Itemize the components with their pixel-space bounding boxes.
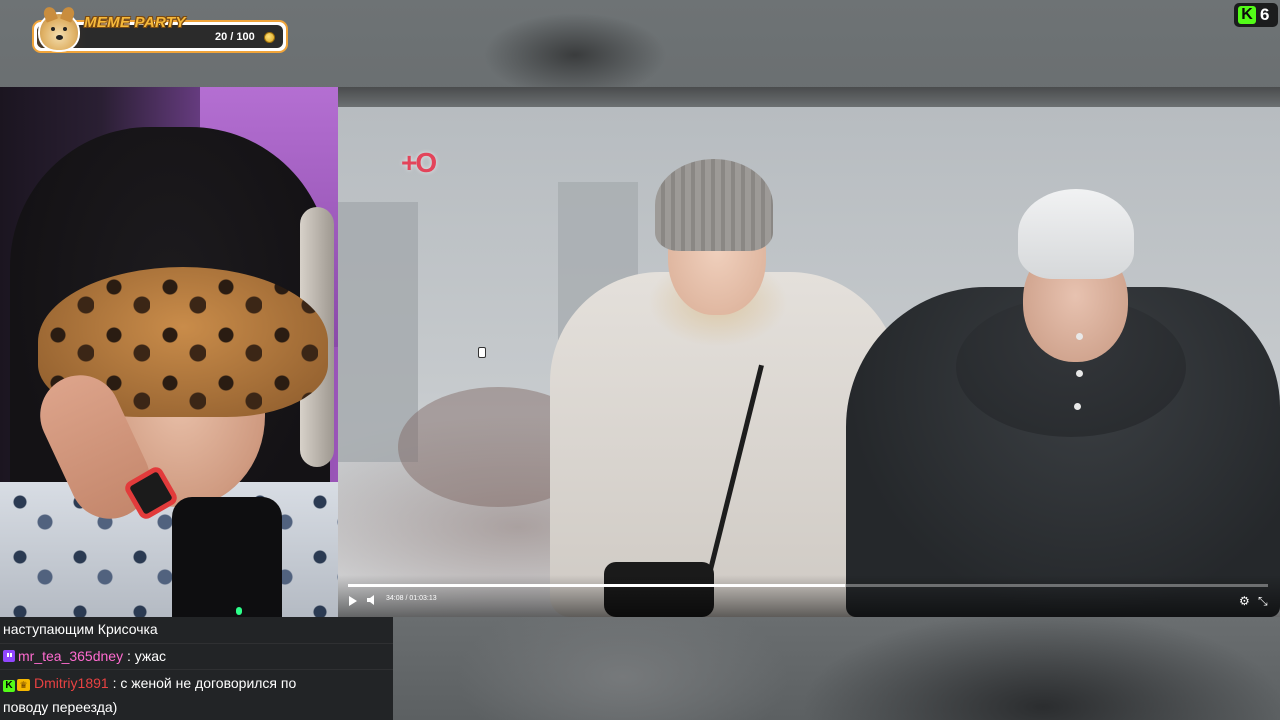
chat-message-text: с женой не договорился по [120,675,297,691]
mic-led [236,607,242,615]
webcam-feed [0,87,338,617]
settings-icon[interactable]: ⚙ [1239,595,1250,607]
seek-bar-fill [348,584,845,587]
twitch-icon [3,650,15,662]
coin-icon [264,32,275,43]
player-controls-bar [338,575,1280,617]
chat-separator: : [123,648,135,664]
chat-divider [0,669,393,670]
blurred-background-bottom [393,617,1280,720]
time-display: 34:08 / 01:03:13 [386,595,437,602]
crown-badge-icon: ♛ [17,679,30,691]
volume-icon[interactable] [366,594,380,606]
kick-icon: K [3,680,15,692]
mouse-cursor-icon [478,347,486,358]
viewer-count-badge: K 6 [1234,3,1278,27]
kick-logo-icon: K [1238,6,1256,24]
chat-message: mr_tea_365dney : ужас [3,644,383,668]
fullscreen-icon[interactable]: ⤡ [1258,595,1268,607]
viewer-count: 6 [1260,5,1270,24]
play-icon[interactable] [349,596,357,606]
meme-party-count: 20 / 100 [215,31,255,43]
coat-button [1074,403,1081,410]
video-letterbox [338,87,1280,107]
chat-message: наступающим Крисочка [3,617,383,641]
chat-separator: : [108,675,121,691]
person-right-hat [1018,189,1134,279]
chat-username[interactable]: Dmitriy1891 [34,675,109,691]
microphone [172,497,282,617]
chat-username[interactable]: mr_tea_365dney [18,648,123,664]
doge-icon [38,5,80,52]
chat-message-text: поводу переезда) [3,699,118,715]
chat-message-continuation: поводу переезда) [3,695,383,719]
chat-message-text: ужас [134,648,167,664]
chat-message-text: наступающим Крисочка [3,621,158,637]
channel-logo: +O [401,147,437,178]
coat-button [1076,333,1083,340]
chat-panel: наступающим Крисочка mr_tea_365dney : уж… [0,617,393,720]
video-player[interactable]: +O 34:08 / 01:03:13 ⚙ ⤡ [338,87,1280,617]
chat-message: K ♛ Dmitriy1891 : с женой не договорился п… [3,671,383,695]
meme-party-title: MEME PARTY [84,14,186,31]
coat-button [1076,370,1083,377]
seek-bar[interactable] [348,584,1268,587]
video-frame[interactable]: +O [338,107,1280,617]
person-left-hat [655,159,773,251]
stream-overlay: MEME PARTY 20 / 100 K 6 +O 34:08 / 01:03… [0,0,1280,720]
